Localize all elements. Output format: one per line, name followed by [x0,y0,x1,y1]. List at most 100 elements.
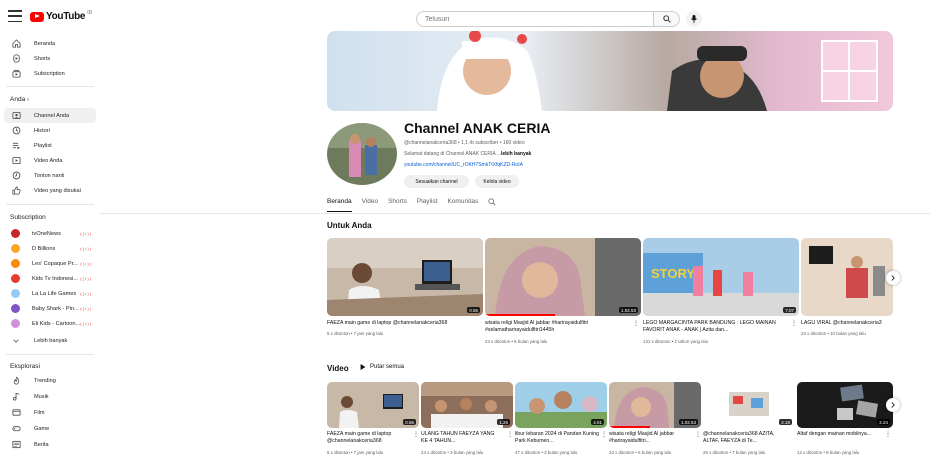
history-icon [10,125,22,137]
sidebar-sub-babyshark[interactable]: Baby Shark - Pin... ((•)) [4,301,96,316]
play-icon [360,364,366,370]
sidebar-explore-heading: Eksplorasi [10,363,40,370]
sidebar-item-home[interactable]: Beranda [4,36,96,51]
channel-avatar [11,229,20,238]
tab-shorts[interactable]: Shorts [388,198,407,212]
sidebar-item-liked-videos[interactable]: Video yang disukai [4,183,96,198]
sidebar-item-trending[interactable]: Trending [4,373,96,388]
more-options-icon[interactable]: ⋮ [413,431,419,438]
sidebar-sub-elikids[interactable]: Eli Kids - Cartoon... ((•)) [4,316,96,331]
channel-avatar[interactable] [327,123,397,185]
video-thumbnail[interactable]: 0.56 [327,382,419,428]
video-title[interactable]: wisata religi Masjid Al jabbar #hariraya… [609,431,693,445]
video-duration: 2.18 [779,419,792,425]
top-bar: YouTube ID [0,0,930,32]
sidebar-sub-tvonenews[interactable]: tvOneNews ((•)) [4,226,96,241]
sidebar-divider [6,354,94,355]
video-card[interactable]: 0.56 FAEZA main game di laptop @channela… [327,238,483,348]
video-duration: 7.07 [783,307,796,313]
more-link: lebih banyak [501,151,532,157]
tab-videos[interactable]: Video [362,198,379,212]
sidebar-item-label: Les' Copaque Pr... [32,260,78,267]
watch-progress-bar [485,314,556,316]
tab-playlists[interactable]: Playlist [417,198,438,212]
sidebar-item-shorts[interactable]: Shorts [4,51,96,66]
sidebar-item-history[interactable]: Histori [4,123,96,138]
video-card[interactable]: STORY 7.07 LEGO MARGACINTA PARK BANDUNG … [643,238,799,348]
sidebar-item-film[interactable]: Film [4,405,96,420]
video-meta: 5 x ditonton • 7 jam yang lalu [327,450,384,455]
video-meta: 26 x ditonton • 7 bulan yang lalu [703,450,766,455]
video-card[interactable]: LAGU VIRAL @channelanakceria3 23 x diton… [801,238,893,348]
sidebar-item-label: Lebih banyak [34,337,68,344]
play-all-button[interactable]: Putar semua [360,364,404,370]
channel-icon [10,110,22,122]
sidebar-you-heading[interactable]: Anda › [10,96,29,103]
more-options-icon[interactable]: ⋮ [885,431,891,438]
sidebar-sub-lalalife[interactable]: La La Life Games ((•)) [4,286,96,301]
video-thumbnail[interactable]: 0.56 [327,238,483,316]
search-input[interactable] [416,11,654,27]
video-thumbnail[interactable]: 2.18 [703,382,795,428]
sidebar-item-playlists[interactable]: Playlist [4,138,96,153]
more-options-icon[interactable]: ⋮ [601,431,607,438]
video-title[interactable]: @channelanakceria368 AZITA, ALTAF, FAEYZ… [703,431,789,445]
sidebar-sub-dbillions[interactable]: D Billions ((•)) [4,241,96,256]
live-indicator: ((•)) [80,246,92,251]
video-card[interactable]: 2.18 @channelanakceria368 AZITA, ALTAF, … [703,382,795,457]
tab-home[interactable]: Beranda [327,198,352,212]
more-options-icon[interactable]: ⋮ [633,320,639,327]
video-card[interactable]: 2.24 Altaf dengan mainan mobilnya... 12 … [797,382,893,457]
video-thumbnail[interactable]: STORY 7.07 [643,238,799,316]
video-thumbnail[interactable]: 2.24 [797,382,893,428]
search-button[interactable] [654,11,680,27]
more-options-icon[interactable]: ⋮ [695,431,701,438]
video-meta: 24 x ditonton • 3 bulan yang lalu [421,450,484,455]
video-title[interactable]: wisata religi Masjid Al jabbar #hariraya… [485,320,625,334]
video-card[interactable]: 1.02.53 wisata religi Masjid Al jabbar #… [485,238,641,348]
next-arrow-button[interactable] [886,398,900,412]
video-card[interactable]: 1.26 ULANG TAHUN FAEYZA YANG KE 4 TAHUN.… [421,382,513,457]
channel-description[interactable]: Selamat datang di Channel ANAK CERIA ...… [404,151,531,157]
sidebar-item-gaming[interactable]: Game [4,421,96,436]
video-title[interactable]: Altaf dengan mainan mobilnya... [797,431,877,445]
video-thumbnail[interactable]: 1.02.53 [609,382,701,428]
video-title[interactable]: LEGO MARGACINTA PARK BANDUNG : LEGO MAIN… [643,320,783,334]
sidebar-item-label: Tonton nanti [34,172,65,179]
video-title[interactable]: libur lebaran 2024 di Pandan Kuning Park… [515,431,601,445]
sidebar-sub-kidstv[interactable]: Kids Tv Indonesi... ((•)) [4,271,96,286]
video-card[interactable]: 4.01 libur lebaran 2024 di Pandan Kuning… [515,382,607,457]
video-thumbnail[interactable]: 4.01 [515,382,607,428]
video-thumbnail[interactable] [801,238,893,316]
video-duration: 1.26 [497,419,510,425]
tab-community[interactable]: Komunitas [447,198,478,212]
youtube-logo[interactable]: YouTube ID [30,10,92,22]
channel-link[interactable]: youtube.com/channel/UC_rOKH7SmkTtXfqKZD-… [404,162,523,168]
video-title[interactable]: ULANG TAHUN FAEYZA YANG KE 4 TAHUN... [421,431,501,445]
more-options-icon[interactable]: ⋮ [791,320,797,327]
sidebar-show-more[interactable]: Lebih banyak [4,333,96,348]
sidebar-item-music[interactable]: Musik [4,389,96,404]
customize-channel-button[interactable]: Sesuaikan channel [404,175,469,188]
manage-videos-button[interactable]: Kelola video [475,175,519,188]
sidebar-sub-lescopaque[interactable]: Les' Copaque Pr... ((•)) [4,256,96,271]
video-card[interactable]: 0.56 FAEZA main game di laptop @channela… [327,382,419,457]
video-title[interactable]: LAGU VIRAL @channelanakceria3 [801,320,893,327]
next-arrow-button[interactable] [886,271,900,285]
sidebar-item-your-videos[interactable]: Video Anda [4,153,96,168]
sidebar-item-news[interactable]: Berita [4,437,96,452]
more-options-icon[interactable]: ⋮ [507,431,513,438]
sidebar-item-your-channel[interactable]: Channel Anda [4,108,96,123]
menu-icon[interactable] [8,10,22,22]
video-thumbnail[interactable]: 1.02.53 [485,238,641,316]
video-title[interactable]: FAEZA main game di laptop @channelanakce… [327,320,475,327]
voice-search-button[interactable] [686,11,702,27]
sidebar-item-subscriptions[interactable]: Subscription [4,66,96,81]
channel-search-icon[interactable] [488,198,496,212]
sidebar-item-watch-later[interactable]: Tonton nanti [4,168,96,183]
video-card[interactable]: 1.02.53 wisata religi Masjid Al jabbar #… [609,382,701,457]
video-title[interactable]: FAEZA main game di laptop @channelanakce… [327,431,413,445]
home-icon [10,38,22,50]
live-indicator: ((•)) [80,306,92,311]
video-thumbnail[interactable]: 1.26 [421,382,513,428]
